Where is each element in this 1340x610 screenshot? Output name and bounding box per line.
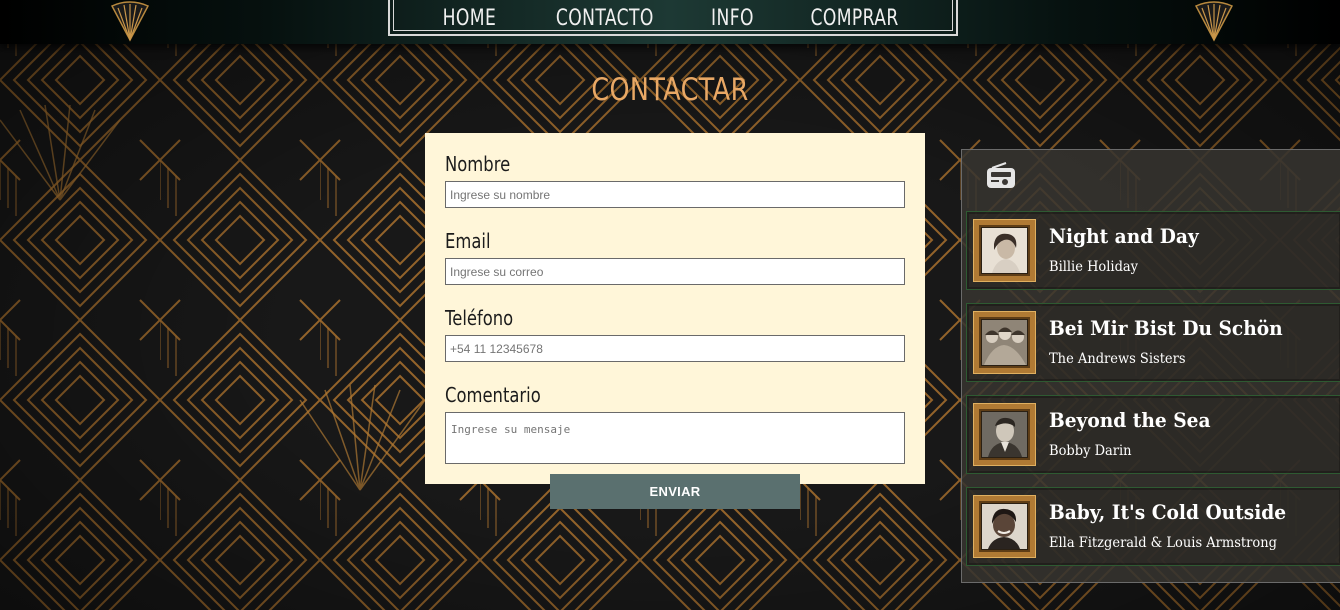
radio-icon[interactable] bbox=[986, 162, 1016, 190]
nav-link-contacto[interactable]: CONTACTO bbox=[555, 6, 653, 31]
main-nav: HOME CONTACTO INFO COMPRAR bbox=[388, 0, 958, 36]
submit-button[interactable]: ENVIAR bbox=[550, 474, 800, 509]
track-artist: Billie Holiday bbox=[1049, 259, 1139, 275]
album-photo-billie-holiday bbox=[982, 228, 1027, 273]
nav-link-home[interactable]: HOME bbox=[443, 6, 497, 31]
phone-label: Teléfono bbox=[445, 306, 514, 330]
track-title: Bei Mir Bist Du Schön bbox=[1049, 316, 1283, 340]
comment-label: Comentario bbox=[445, 383, 541, 407]
name-label: Nombre bbox=[445, 152, 511, 176]
contact-form: Nombre Email Teléfono Comentario bbox=[425, 133, 925, 484]
track-title: Baby, It's Cold Outside bbox=[1049, 500, 1287, 524]
nav-link-comprar[interactable]: COMPRAR bbox=[810, 6, 898, 31]
name-input[interactable] bbox=[445, 181, 905, 208]
comment-textarea[interactable] bbox=[445, 412, 905, 464]
email-label: Email bbox=[445, 229, 491, 253]
album-art-frame bbox=[974, 496, 1035, 557]
nav-link-info[interactable]: INFO bbox=[711, 6, 754, 31]
main-nav-inner-frame: HOME CONTACTO INFO COMPRAR bbox=[393, 0, 953, 31]
track-title: Beyond the Sea bbox=[1049, 408, 1211, 432]
track-item[interactable]: Beyond the Sea Bobby Darin bbox=[966, 395, 1340, 474]
album-photo-andrews-sisters bbox=[982, 320, 1027, 365]
art-deco-fan-icon bbox=[110, 1, 150, 42]
album-art-frame bbox=[974, 404, 1035, 465]
phone-input[interactable] bbox=[445, 335, 905, 362]
track-artist: Bobby Darin bbox=[1049, 443, 1132, 459]
album-art-frame bbox=[974, 220, 1035, 281]
track-item[interactable]: Baby, It's Cold Outside Ella Fitzgerald … bbox=[966, 487, 1340, 566]
track-item[interactable]: Bei Mir Bist Du Schön The Andrews Sister… bbox=[966, 303, 1340, 382]
art-deco-fan-icon bbox=[1194, 1, 1234, 42]
track-item[interactable]: Night and Day Billie Holiday bbox=[966, 211, 1340, 290]
top-navigation-bar: HOME CONTACTO INFO COMPRAR bbox=[0, 0, 1340, 44]
track-artist: The Andrews Sisters bbox=[1049, 351, 1186, 367]
music-player-panel: Night and Day Billie Holiday Bei Mir Bis… bbox=[961, 149, 1340, 583]
page-title: CONTACTAR bbox=[591, 72, 749, 108]
track-artist: Ella Fitzgerald & Louis Armstrong bbox=[1049, 535, 1277, 551]
email-input[interactable] bbox=[445, 258, 905, 285]
track-title: Night and Day bbox=[1049, 224, 1199, 248]
album-photo-ella-fitzgerald bbox=[982, 504, 1027, 549]
album-art-frame bbox=[974, 312, 1035, 373]
album-photo-bobby-darin bbox=[982, 412, 1027, 457]
